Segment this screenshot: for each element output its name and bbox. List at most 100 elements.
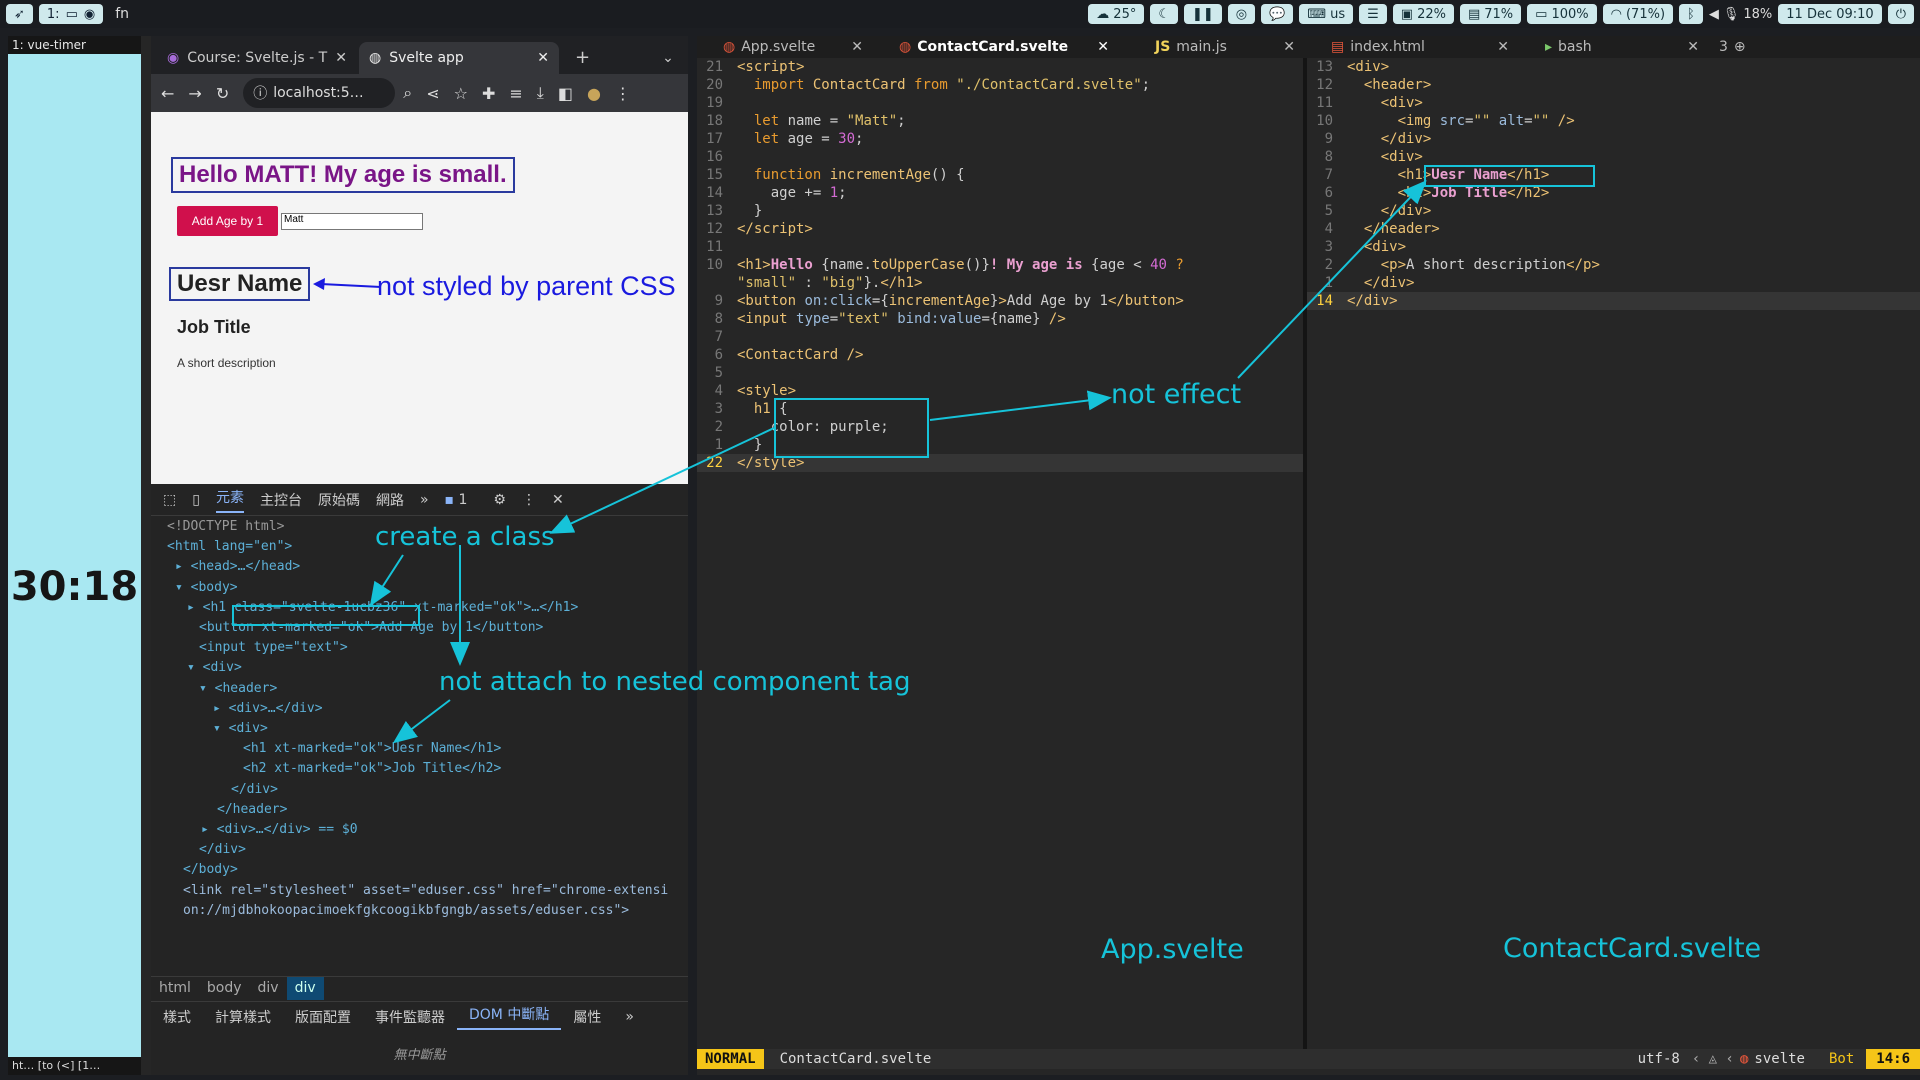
back-icon[interactable]: ← — [161, 84, 174, 103]
dom-node[interactable]: ▸ <div>…</div> — [151, 699, 681, 719]
tab-properties[interactable]: 屬性 — [561, 1007, 613, 1027]
tab-elements[interactable]: 元素 — [215, 487, 244, 513]
menu-kebab-icon[interactable]: ⋮ — [615, 84, 631, 103]
power-button[interactable]: ⏻ — [1887, 4, 1914, 24]
tab-layout[interactable]: 版面配置 — [283, 1007, 363, 1027]
close-tab-icon[interactable]: ✕ — [851, 39, 863, 55]
dom-node-selected[interactable]: ▸ <div>…</div> == $0 — [151, 820, 681, 840]
weather-widget[interactable]: ☁ 25° — [1088, 4, 1145, 24]
close-tab-icon[interactable]: ✕ — [335, 50, 347, 66]
dom-node[interactable]: <h2 xt-marked="ok">Job Title</h2> — [151, 759, 681, 779]
share-icon[interactable]: ⋖ — [426, 84, 439, 103]
tab-course[interactable]: ◉ Course: Svelte.js - T ✕ — [157, 42, 357, 74]
cpu-widget[interactable]: ▣ 22% — [1392, 4, 1454, 24]
memory-widget[interactable]: ▤ 71% — [1459, 4, 1522, 24]
privacy-toggle[interactable]: ◎ — [1227, 4, 1256, 24]
devtools-menu-icon[interactable]: ⋮ — [522, 492, 536, 508]
dom-node[interactable]: ▸ <head>…</head> — [151, 557, 681, 577]
keyboard-layout[interactable]: ⌨ us — [1299, 4, 1354, 24]
tab-event-listeners[interactable]: 事件監聽器 — [363, 1007, 457, 1027]
settings-gear-icon[interactable]: ⚙ — [493, 492, 506, 508]
close-tab-icon[interactable]: ✕ — [1097, 39, 1109, 55]
code-pane-app-svelte[interactable]: 21 <script> 20 import ContactCard from "./… — [697, 58, 1303, 1062]
close-tab-icon[interactable]: ✕ — [1687, 39, 1699, 55]
tab-dom-breakpoints[interactable]: DOM 中斷點 — [457, 1004, 562, 1030]
forward-icon[interactable]: → — [188, 84, 201, 103]
avatar[interactable]: ● — [587, 84, 601, 103]
reload-icon[interactable]: ↻ — [216, 84, 229, 103]
browser-toolbar: ← → ↻ ⓘ localhost:5… ⌕ ⋖ ☆ ✚ ≡ ⤓ ◧ ● ⋮ — [151, 74, 688, 112]
workspace-indicator[interactable]: 1: ▭ ◉ — [38, 4, 104, 24]
dom-node-link[interactable]: <link rel="stylesheet" asset="eduser.css… — [151, 881, 681, 921]
dom-node[interactable]: </div> — [151, 780, 681, 800]
cursor-position: 14:6 — [1866, 1049, 1920, 1069]
status-filename: ContactCard.svelte — [779, 1051, 932, 1067]
tab-index-html[interactable]: ▤ index.html ✕ — [1305, 36, 1519, 58]
crumb-div-selected[interactable]: div — [286, 977, 324, 1000]
close-tab-icon[interactable]: ✕ — [537, 50, 549, 66]
tab-contactcard-svelte[interactable]: ◍ ContactCard.svelte ✕ — [873, 36, 1119, 58]
dom-node[interactable]: <input type="text"> — [151, 638, 681, 658]
tab-search-chevron-icon[interactable]: ⌄ — [662, 50, 674, 66]
crumb-body[interactable]: body — [199, 977, 250, 1000]
status-filetype: svelte — [1754, 1051, 1805, 1067]
night-mode-toggle[interactable]: ☾ — [1150, 4, 1178, 24]
tab-svelte-app[interactable]: ◍ Svelte app ✕ — [359, 42, 559, 74]
breadcrumb: html body div div — [151, 976, 688, 1000]
extensions-icon[interactable]: ✚ — [482, 84, 495, 103]
pause-button[interactable]: ❚❚ — [1184, 4, 1222, 24]
clock[interactable]: 11 Dec 09:10 — [1778, 4, 1882, 24]
more-tabs-icon[interactable]: » — [420, 492, 429, 508]
close-tab-icon[interactable]: ✕ — [1497, 39, 1509, 55]
dom-node[interactable]: </header> — [151, 800, 681, 820]
more-tabs-icon[interactable]: » — [613, 1009, 646, 1025]
wifi-widget[interactable]: ◠ (71%) — [1602, 4, 1674, 24]
status-encoding: utf-8 — [1637, 1051, 1680, 1067]
bluetooth-button[interactable]: ᛒ — [1679, 4, 1703, 24]
reading-list-icon[interactable]: ≡ — [509, 84, 522, 103]
mic-icon: 🎙 — [1722, 6, 1740, 22]
volume-widget[interactable]: ◀ 🎙 18% — [1709, 4, 1772, 24]
device-toggle-icon[interactable]: ▯ — [192, 492, 200, 508]
code-pane-contactcard[interactable]: 13 <div> 12 <header> 11 <div> 10 <img src=""… — [1307, 58, 1920, 1062]
launcher-button[interactable]: ➶ — [6, 4, 33, 24]
inspect-icon[interactable]: ⬚ — [163, 492, 176, 508]
linux-icon: ‹ ◬ ‹ — [1691, 1051, 1734, 1067]
address-bar[interactable]: ⓘ localhost:5… — [243, 78, 396, 108]
memory-icon: ▤ — [1467, 6, 1481, 22]
bookmark-star-icon[interactable]: ☆ — [454, 84, 468, 103]
tab-computed[interactable]: 計算樣式 — [203, 1007, 283, 1027]
crumb-div[interactable]: div — [250, 977, 287, 1000]
dom-node[interactable]: </body> — [151, 860, 681, 880]
dom-node[interactable]: </div> — [151, 840, 681, 860]
vue-timer-pane: 1: vue-timer 30:18 ht… [to (<] [1… — [8, 36, 141, 1075]
crumb-html[interactable]: html — [151, 977, 199, 1000]
close-devtools-icon[interactable]: ✕ — [552, 492, 564, 508]
zoom-icon[interactable]: ⌕ — [403, 83, 412, 103]
window-icon: ▭ — [65, 6, 78, 22]
dom-node[interactable]: <h1 xt-marked="ok">Uesr Name</h1> — [151, 739, 681, 759]
close-tab-icon[interactable]: ✕ — [1283, 39, 1295, 55]
tab-styles[interactable]: 樣式 — [151, 1007, 203, 1027]
tab-sources[interactable]: 原始碼 — [318, 490, 360, 510]
new-tab-button[interactable]: + — [575, 47, 590, 68]
list-button[interactable]: ☰ — [1359, 4, 1387, 24]
tab-console[interactable]: 主控台 — [260, 490, 302, 510]
dom-node[interactable]: ▾ <div> — [151, 719, 681, 739]
tab-app-svelte[interactable]: ◍ App.svelte ✕ — [697, 36, 873, 58]
dom-node[interactable]: ▾ <body> — [151, 578, 681, 598]
vim-editor: ◍ App.svelte ✕ ◍ ContactCard.svelte ✕ JS main… — [697, 36, 1920, 1075]
status-scroll: Bot — [1828, 1051, 1855, 1067]
chat-button[interactable]: 💬 — [1261, 4, 1294, 24]
name-input[interactable]: Matt — [281, 213, 423, 230]
add-age-button[interactable]: Add Age by 1 — [177, 206, 278, 236]
not-styled-annotation: not styled by parent CSS — [377, 271, 676, 301]
battery-widget[interactable]: ▭ 100% — [1527, 4, 1597, 24]
tab-main-js[interactable]: JS main.js ✕ — [1119, 36, 1305, 58]
tab-bash[interactable]: ▸ bash ✕ — [1519, 36, 1709, 58]
issues-badge[interactable]: ▪ 1 — [445, 492, 468, 508]
side-panel-icon[interactable]: ◧ — [558, 84, 573, 103]
tab-count[interactable]: 3 ⊕ — [1709, 36, 1746, 58]
tab-network[interactable]: 網路 — [376, 490, 404, 510]
download-icon[interactable]: ⤓ — [537, 83, 544, 103]
